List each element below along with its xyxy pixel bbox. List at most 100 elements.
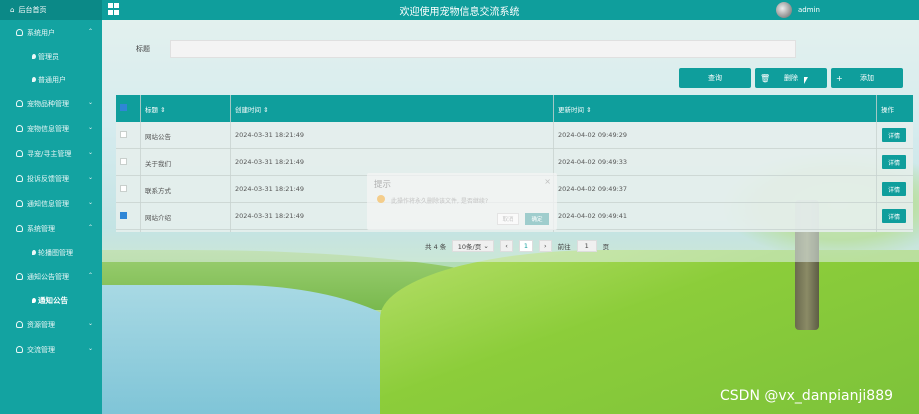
location-icon — [32, 250, 36, 255]
add-button[interactable]: + 添加 — [831, 68, 903, 88]
chevron-up-icon: ⌃ — [87, 272, 93, 279]
dialog-cancel-button[interactable]: 取消 — [497, 213, 519, 225]
chevron-down-icon: ⌄ — [87, 99, 93, 106]
chevron-down-icon: ⌄ — [87, 345, 93, 352]
sidebar-subitem-carousel[interactable]: 轮播图管理 — [0, 241, 102, 264]
sidebar-item-breed[interactable]: 宠物品种管理 ⌄ — [0, 91, 102, 116]
page-number[interactable]: 1 — [518, 240, 534, 252]
username: admin — [798, 6, 820, 14]
sidebar-item-label: 普通用户 — [38, 75, 66, 84]
sidebar-subitem-users[interactable]: 普通用户 — [0, 68, 102, 91]
user-icon — [16, 150, 23, 157]
sidebar-item-system[interactable]: 系统管理 ⌃ — [0, 216, 102, 241]
dialog-confirm-button[interactable]: 确定 — [525, 213, 549, 225]
detail-button[interactable]: 详情 — [882, 155, 906, 169]
user-icon — [16, 321, 23, 328]
user-icon — [16, 29, 23, 36]
sort-icon: ⇕ — [263, 106, 269, 114]
search-label: 标题 — [136, 45, 150, 53]
row-checkbox[interactable] — [120, 185, 127, 192]
chevron-up-icon: ⌃ — [87, 224, 93, 231]
column-header-updated[interactable]: 更新时间 ⇕ — [558, 104, 592, 114]
detail-button[interactable]: 详情 — [882, 209, 906, 223]
add-button-label: 添加 — [860, 74, 874, 82]
sidebar-item-label: 投诉反馈管理 — [27, 174, 69, 183]
sidebar-item-label: 系统用户 — [27, 28, 55, 37]
cell-updated: 2024-04-02 09:49:29 — [558, 131, 628, 139]
query-button-label: 查询 — [708, 74, 722, 82]
delete-button[interactable]: 🗑 删除 — [755, 68, 827, 88]
goto-page-input[interactable]: 1 — [576, 240, 597, 252]
location-icon — [32, 54, 36, 59]
location-icon — [32, 77, 36, 82]
sidebar-item-lost-found[interactable]: 寻宠/寻主管理 ⌄ — [0, 141, 102, 166]
sidebar-item-notify-info[interactable]: 通知信息管理 ⌄ — [0, 191, 102, 216]
warning-icon — [377, 195, 385, 203]
row-checkbox[interactable] — [120, 158, 127, 165]
cell-title: 网站公告 — [145, 133, 171, 141]
sidebar-item-label: 交流管理 — [27, 345, 55, 354]
cell-created: 2024-03-31 18:21:49 — [235, 158, 305, 166]
user-icon — [16, 225, 23, 232]
pagination: 共 4 条 10条/页 ⌄ ‹ 1 › 前往 1 页 — [425, 240, 609, 252]
sidebar-item-label: 宠物信息管理 — [27, 124, 69, 133]
top-bar: ⌂ 后台首页 欢迎使用宠物信息交流系统 admin — [0, 0, 919, 20]
cell-created: 2024-03-31 18:21:49 — [235, 131, 305, 139]
sidebar-item-label: 通知公告管理 — [27, 272, 69, 281]
cell-updated: 2024-04-02 09:49:33 — [558, 158, 628, 166]
trash-icon: 🗑 — [760, 73, 771, 83]
prev-page-button[interactable]: ‹ — [500, 240, 513, 252]
sidebar-item-exchange[interactable]: 交流管理 ⌄ — [0, 337, 102, 362]
cell-created: 2024-03-31 18:21:49 — [235, 212, 305, 220]
select-all-checkbox[interactable] — [120, 104, 127, 111]
dialog-title: 提示 — [374, 180, 392, 190]
sort-icon: ⇕ — [586, 106, 592, 114]
cell-title: 网站介绍 — [145, 214, 171, 222]
sidebar: 系统用户 ⌃ 管理员 普通用户 宠物品种管理 ⌄ 宠物信息管理 ⌄ 寻宠/寻主管… — [0, 20, 102, 414]
chevron-down-icon: ⌄ — [87, 124, 93, 131]
user-icon — [16, 346, 23, 353]
cell-created: 2024-03-31 18:21:49 — [235, 185, 305, 193]
next-page-button[interactable]: › — [539, 240, 552, 252]
sidebar-item-label: 资源管理 — [27, 320, 55, 329]
dialog-message: 此操作将永久删除该文件, 是否继续? — [391, 198, 488, 205]
query-button[interactable]: 查询 — [679, 68, 751, 88]
cell-updated: 2024-04-02 09:49:37 — [558, 185, 628, 193]
sort-icon: ⇕ — [160, 106, 166, 114]
sidebar-item-pet-info[interactable]: 宠物信息管理 ⌄ — [0, 116, 102, 141]
user-icon — [16, 175, 23, 182]
row-checkbox[interactable] — [120, 212, 127, 219]
goto-label: 前往 — [557, 243, 571, 251]
chevron-down-icon: ⌄ — [87, 320, 93, 327]
column-header-actions: 操作 — [881, 106, 894, 114]
sidebar-item-label: 通知信息管理 — [27, 199, 69, 208]
close-icon[interactable]: × — [544, 177, 551, 186]
table-row[interactable]: 关于我们 2024-03-31 18:21:49 2024-04-02 09:4… — [116, 149, 913, 176]
table-row[interactable]: 网站公告 2024-03-31 18:21:49 2024-04-02 09:4… — [116, 122, 913, 149]
pager-total: 共 4 条 — [425, 243, 447, 251]
sidebar-item-label: 寻宠/寻主管理 — [27, 149, 72, 158]
sidebar-item-resources[interactable]: 资源管理 ⌄ — [0, 312, 102, 337]
page-size-select[interactable]: 10条/页 ⌄ — [452, 240, 495, 252]
sidebar-subitem-notice[interactable]: 通知公告 — [0, 289, 102, 312]
sidebar-item-label: 管理员 — [38, 52, 59, 61]
table-header: 标题 ⇕ 创建时间 ⇕ 更新时间 ⇕ 操作 — [116, 95, 913, 122]
sidebar-item-feedback[interactable]: 投诉反馈管理 ⌄ — [0, 166, 102, 191]
sidebar-subitem-admin[interactable]: 管理员 — [0, 45, 102, 68]
column-header-created[interactable]: 创建时间 ⇕ — [235, 104, 269, 114]
user-menu[interactable]: admin — [776, 2, 820, 18]
chevron-down-icon: ⌄ — [483, 242, 489, 250]
sidebar-item-system-users[interactable]: 系统用户 ⌃ — [0, 20, 102, 45]
cell-updated: 2024-04-02 09:49:41 — [558, 212, 628, 220]
sidebar-item-notice-mgmt[interactable]: 通知公告管理 ⌃ — [0, 264, 102, 289]
chevron-down-icon: ⌄ — [87, 174, 93, 181]
detail-button[interactable]: 详情 — [882, 128, 906, 142]
chevron-up-icon: ⌃ — [87, 28, 93, 35]
user-icon — [16, 273, 23, 280]
search-input[interactable] — [170, 40, 796, 58]
sidebar-item-label: 通知公告 — [38, 296, 68, 305]
column-header-title[interactable]: 标题 ⇕ — [145, 104, 166, 114]
row-checkbox[interactable] — [120, 131, 127, 138]
detail-button[interactable]: 详情 — [882, 182, 906, 196]
sidebar-item-label: 轮播图管理 — [38, 248, 73, 257]
